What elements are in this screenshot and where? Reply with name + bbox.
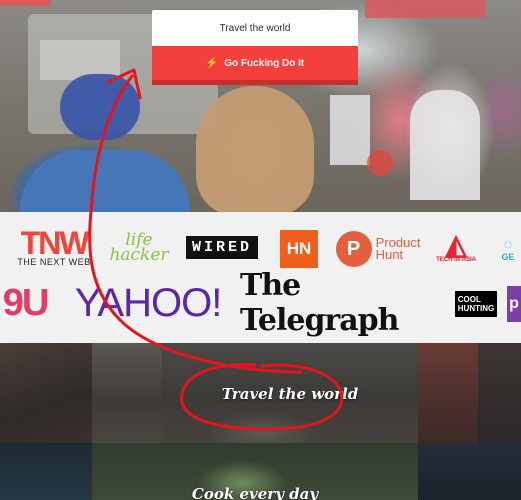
tile-cook-label: Cook every day	[191, 485, 319, 500]
hero-child-head	[196, 86, 314, 212]
cool-hunting-logo[interactable]: COOL HUNTING	[454, 286, 498, 322]
partial-logo-right[interactable]: ◌ GE	[488, 230, 521, 268]
page: Travel the world ⚡ Go Fucking Do It TNW …	[0, 0, 521, 500]
tile-left-bottom[interactable]	[0, 443, 92, 500]
wired-logo[interactable]: WIRED	[176, 235, 268, 259]
yahoo-logo[interactable]: YAHOO!	[66, 278, 230, 328]
telegraph-logo[interactable]: The Telegraph	[240, 268, 444, 338]
hero-bg-person	[410, 90, 480, 200]
hacker-news-logo[interactable]: HN	[280, 230, 318, 268]
tile-left-top[interactable]	[0, 343, 92, 443]
cta-title: Travel the world	[152, 10, 358, 46]
telegraph-logo-text: The Telegraph	[240, 268, 399, 338]
product-hunt-word2: Hunt	[375, 247, 404, 262]
tnw-logo-mark: TNW	[20, 225, 90, 261]
lightning-bolt-icon: ⚡	[205, 57, 219, 69]
9u-logo[interactable]: 9U	[0, 278, 56, 328]
activity-grid: Travel the world Cook every day	[0, 343, 521, 500]
tnw-logo-caption: THE NEXT WEB	[17, 257, 91, 267]
tile-middle-bottom[interactable]: Cook every day	[92, 443, 418, 500]
product-hunt-icon: P	[335, 231, 372, 267]
tech-in-asia-label: TECH IN ASIA	[436, 257, 476, 263]
press-logo-strip: TNW THE NEXT WEB life hacker WIRED HN P …	[0, 212, 521, 343]
tile-far-right-top[interactable]	[478, 343, 521, 443]
tile-right-bottom[interactable]	[418, 443, 521, 500]
partial-purple-logo-text: p	[509, 295, 519, 312]
wired-logo-text: WIRED	[185, 235, 258, 259]
hero-rider-helmet	[60, 74, 140, 140]
tech-in-asia-icon: ◭	[445, 229, 467, 260]
cool-hunting-line1: COOL	[457, 295, 481, 304]
hero-bg-light	[367, 150, 393, 176]
hero-bg-car	[330, 95, 370, 165]
cta-card: Travel the world ⚡ Go Fucking Do It	[152, 10, 358, 85]
hacker-news-logo-text: HN	[286, 239, 312, 258]
tile-market[interactable]	[92, 343, 162, 443]
product-hunt-logo[interactable]: P Product Hunt	[330, 229, 426, 269]
lifehacker-logo-line2: hacker	[109, 245, 169, 265]
9u-logo-text: 9U	[2, 281, 50, 324]
hero-rider-shirt	[20, 150, 190, 212]
partial-logo-text: GE	[501, 252, 515, 262]
go-do-it-button-label: Go Fucking Do It	[224, 57, 305, 69]
tile-travel[interactable]: Travel the world	[162, 343, 418, 443]
partial-purple-logo[interactable]: p	[507, 286, 521, 322]
tile-right-top[interactable]	[418, 343, 478, 443]
tech-in-asia-logo[interactable]: ◭ TECH IN ASIA	[434, 226, 478, 270]
hero-bg-red-sign	[365, 0, 485, 18]
cool-hunting-line2: HUNTING	[457, 304, 495, 313]
go-do-it-button[interactable]: ⚡ Go Fucking Do It	[152, 46, 358, 85]
hero-bg-sign	[0, 0, 50, 6]
lifehacker-logo[interactable]: life hacker	[109, 226, 169, 270]
tile-travel-label: Travel the world	[221, 385, 359, 403]
product-hunt-wordmark: Product Hunt	[375, 236, 421, 262]
yahoo-logo-text: YAHOO!	[74, 280, 223, 325]
cool-hunting-logo-box: COOL HUNTING	[454, 291, 498, 317]
tnw-logo[interactable]: TNW THE NEXT WEB	[8, 225, 100, 268]
globe-icon: ◌	[503, 236, 513, 252]
